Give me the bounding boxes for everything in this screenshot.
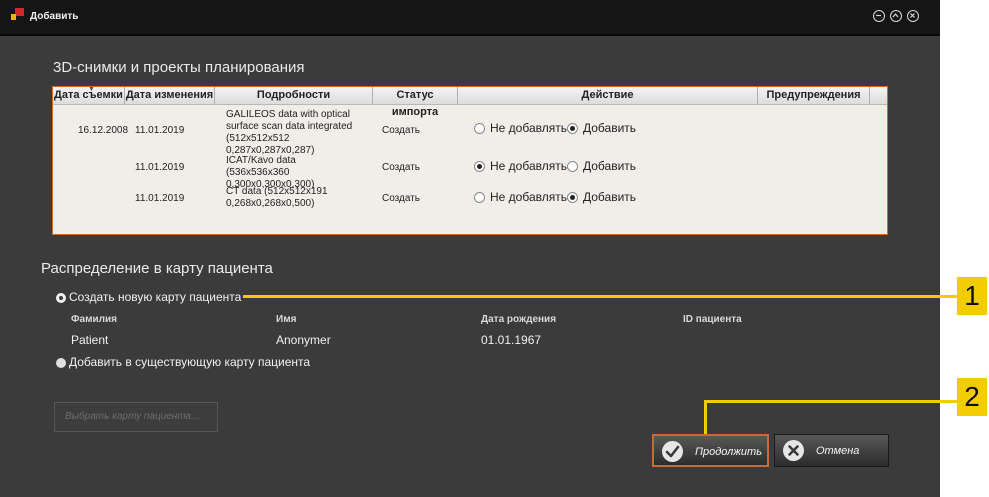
details-cell: CT data (512x512x191 0,268x0,268x0,500) [226, 186, 328, 209]
add-label: Добавить [583, 121, 637, 135]
add-label: Добавить [583, 159, 637, 173]
skip-label: Не добавлять [490, 190, 567, 204]
first-name-header: Имя [276, 314, 297, 325]
cancel-label: Отмена [816, 445, 860, 457]
modified-date-cell: 11.01.2019 [135, 125, 185, 136]
callout-2-line-vertical [704, 400, 707, 434]
skip-radio[interactable] [474, 192, 485, 203]
status-cell: Создать [382, 125, 421, 136]
capture-date-cell: 16.12.2008 [78, 125, 129, 136]
sort-indicator-icon: ▼ [88, 86, 95, 93]
app-logo-icon [11, 8, 24, 20]
callout-2-line-horizontal [704, 400, 957, 403]
checkmark-icon [662, 441, 683, 462]
new-patient-label[interactable]: Создать новую карту пациента [69, 290, 241, 304]
new-patient-radio[interactable] [56, 293, 66, 303]
patient-section-title: Распределение в карту пациента [41, 260, 273, 277]
close-button[interactable] [907, 10, 919, 22]
existing-patient-label[interactable]: Добавить в существующую карту пациента [69, 355, 310, 369]
column-modified-date[interactable]: Дата изменения [125, 87, 215, 104]
birth-date-header: Дата рождения [481, 314, 557, 325]
callout-2-label: 2 [957, 378, 987, 416]
status-cell: Создать [382, 162, 421, 173]
callout-1-label: 1 [957, 277, 987, 315]
cancel-button[interactable]: Отмена [774, 434, 889, 467]
column-details[interactable]: Подробности [215, 87, 373, 104]
add-radio[interactable] [567, 161, 578, 172]
status-cell: Создать [382, 193, 421, 204]
skip-label: Не добавлять [490, 121, 567, 135]
last-name-value: Patient [71, 333, 109, 347]
cancel-x-icon [783, 440, 804, 461]
continue-label: Продолжить [695, 446, 762, 458]
details-cell: GALILEOS data with optical surface scan … [226, 109, 353, 156]
select-patient-button[interactable]: Выбрать карту пациента... [54, 402, 218, 432]
add-dialog-window: Добавить 3D-снимки и проекты планировани… [0, 0, 940, 497]
title-bar: Добавить [0, 0, 940, 36]
continue-button[interactable]: Продолжить [652, 434, 769, 467]
window-title: Добавить [30, 11, 79, 22]
skip-radio[interactable] [474, 123, 485, 134]
patient-id-header: ID пациента [683, 314, 742, 325]
existing-patient-radio[interactable] [56, 358, 66, 368]
first-name-value: Anonymer [276, 333, 331, 347]
add-radio[interactable] [567, 123, 578, 134]
maximize-button[interactable] [890, 10, 902, 22]
minimize-button[interactable] [873, 10, 885, 22]
modified-date-cell: 11.01.2019 [135, 193, 185, 204]
skip-label: Не добавлять [490, 159, 567, 173]
column-capture-date[interactable]: ▼ Дата съемки [53, 86, 125, 104]
column-warnings[interactable]: Предупреждения [758, 87, 870, 104]
add-radio[interactable] [567, 192, 578, 203]
add-label: Добавить [583, 190, 637, 204]
scans-section-title: 3D-снимки и проекты планирования [53, 59, 305, 76]
modified-date-cell: 11.01.2019 [135, 162, 185, 173]
birth-date-value: 01.01.1967 [481, 333, 542, 347]
column-action[interactable]: Действие [458, 87, 758, 104]
column-import-status[interactable]: Статус импорта [373, 87, 458, 118]
last-name-header: Фамилия [71, 314, 117, 325]
skip-radio[interactable] [474, 161, 485, 172]
table-header-row: ▼ Дата съемки Дата изменения Подробности… [53, 86, 887, 118]
scans-table: ▼ Дата съемки Дата изменения Подробности… [52, 86, 888, 235]
callout-1-line [243, 295, 957, 298]
